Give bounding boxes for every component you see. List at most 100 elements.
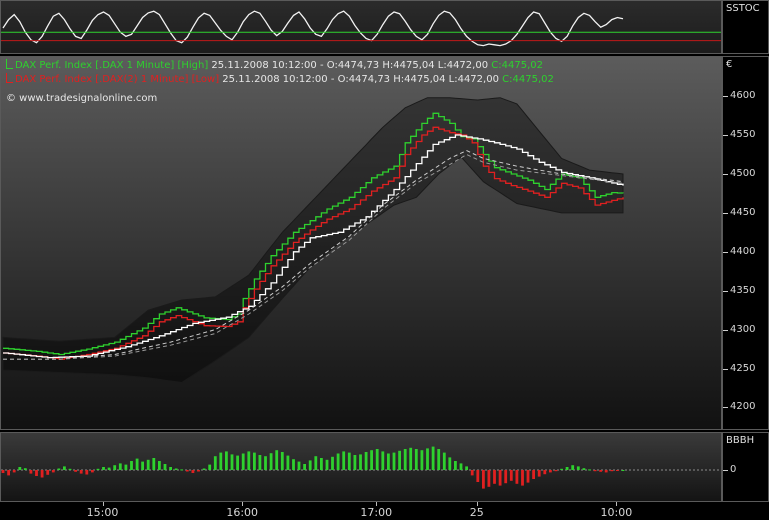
- bbbh-bar: [269, 453, 273, 470]
- bbbh-bar: [280, 452, 284, 470]
- bbbh-bar: [571, 465, 575, 470]
- legend-series-low[interactable]: DAX Perf. Index [.DAX(2) 1 Minute] [Low]…: [6, 73, 554, 86]
- bbbh-bar: [549, 470, 552, 473]
- bbbh-bar: [454, 461, 457, 470]
- bbbh-bar: [118, 463, 122, 470]
- bbbh-bar: [185, 470, 189, 472]
- price-y-tick: [723, 135, 728, 137]
- bbbh-bar: [124, 464, 128, 470]
- price-y-tick-label: 4600: [730, 90, 756, 102]
- bbbh-bar: [420, 450, 424, 470]
- bbbh-bar: [532, 470, 535, 479]
- price-y-tick-label: 4300: [730, 323, 756, 335]
- bbbh-bar: [74, 470, 77, 472]
- bbbh-bar: [18, 467, 22, 470]
- price-y-tick-label: 4500: [730, 167, 756, 179]
- bbbh-bar: [174, 468, 178, 470]
- price-y-tick: [723, 173, 728, 175]
- stochastic-chart: [1, 10, 721, 47]
- bbbh-bar: [504, 470, 508, 484]
- bbbh-bar: [599, 470, 603, 472]
- bbbh-bar: [68, 468, 72, 470]
- bbbh-bar: [576, 466, 580, 470]
- bbbh-bar: [465, 466, 468, 470]
- bbbh-bar: [565, 467, 569, 470]
- time-x-tick-label: 16:00: [226, 506, 259, 519]
- bbbh-bar: [91, 470, 94, 473]
- price-y-tick: [723, 407, 728, 409]
- bbbh-bar: [498, 470, 502, 486]
- bbbh-bar: [482, 470, 485, 489]
- legend-high-date: 25.11.2008 10:12:00: [211, 60, 317, 71]
- bbbh-bar: [264, 456, 267, 470]
- bbbh-bar: [163, 464, 167, 470]
- bbbh-bar: [247, 451, 251, 470]
- bbbh-histogram: [1, 446, 721, 489]
- bbbh-bar: [560, 468, 563, 470]
- bbbh-bar: [236, 455, 239, 470]
- bbbh-bar: [325, 459, 329, 470]
- bollinger-band-fill: [2, 97, 624, 384]
- bbbh-bar: [476, 470, 480, 482]
- legend-high-name: DAX Perf. Index [.DAX 1 Minute] [High]: [15, 60, 209, 71]
- bbbh-bar: [202, 468, 206, 470]
- bbbh-bar: [604, 470, 608, 473]
- bbbh-bar: [253, 452, 256, 470]
- bbbh-bar: [387, 453, 390, 470]
- bbbh-zero-tick: [723, 470, 728, 471]
- bbbh-bar: [57, 468, 61, 470]
- bbbh-bar: [63, 466, 66, 470]
- chart-window: SSTOC DAX Perf. Index [.DAX 1 Minute] [H…: [0, 0, 769, 520]
- bbbh-bar: [1, 470, 5, 473]
- stochastic-panel: [0, 0, 722, 54]
- bbbh-bar: [258, 455, 262, 470]
- price-y-tick-label: 4200: [730, 401, 756, 413]
- bbbh-bar: [29, 470, 33, 474]
- bbbh-bar: [487, 470, 491, 487]
- stochastic-axis-panel: SSTOC: [722, 0, 769, 54]
- bbbh-bar: [375, 449, 379, 470]
- bbbh-bar: [102, 467, 105, 470]
- bbbh-bar: [169, 467, 172, 470]
- bbbh-bar: [359, 454, 362, 470]
- legend-series-high[interactable]: DAX Perf. Index [.DAX 1 Minute] [High] 2…: [6, 59, 543, 72]
- time-x-tick-label: 17:00: [360, 506, 393, 519]
- bbbh-bar: [135, 458, 139, 470]
- stochastic-indicator-label: SSTOC: [726, 3, 760, 14]
- bbbh-bar: [621, 470, 625, 471]
- legend-high-close: C:4475,02: [491, 60, 543, 71]
- line-series-icon: [6, 73, 13, 83]
- bbbh-indicator-label: BBBH: [726, 435, 755, 446]
- bbbh-bar: [96, 468, 100, 470]
- bbbh-bar: [515, 470, 519, 484]
- legend-low-date: 25.11.2008 10:12:00: [222, 74, 328, 85]
- bbbh-bar: [543, 470, 547, 475]
- bbbh-bar: [426, 448, 429, 470]
- time-x-tick-label: 25: [469, 506, 484, 519]
- bbbh-panel: [0, 432, 722, 502]
- currency-label: €: [726, 59, 733, 70]
- bbbh-bar: [275, 450, 279, 470]
- bbbh-bar: [79, 470, 83, 474]
- bbbh-bar: [219, 452, 223, 470]
- bbbh-bar: [180, 469, 184, 471]
- bbbh-bar: [442, 452, 446, 470]
- price-y-tick-label: 4550: [730, 129, 756, 141]
- bbbh-bar: [46, 470, 50, 475]
- bbbh-bar: [448, 457, 452, 470]
- legend-low-name: DAX Perf. Index [.DAX(2) 1 Minute] [Low]: [15, 74, 220, 85]
- bbbh-bar: [85, 470, 89, 475]
- time-x-tick-label: 15:00: [86, 506, 119, 519]
- bbbh-bar: [12, 470, 16, 473]
- bbbh-bar: [470, 470, 474, 476]
- price-y-tick: [723, 251, 728, 253]
- bbbh-bar: [197, 470, 200, 472]
- bbbh-bar: [370, 450, 373, 470]
- bbbh-bar: [353, 455, 357, 470]
- bbbh-bar: [303, 464, 306, 470]
- bbbh-bar: [342, 451, 346, 470]
- bbbh-bar: [409, 447, 413, 470]
- bbbh-bar: [521, 470, 524, 486]
- bbbh-bar: [40, 470, 44, 478]
- bbbh-bar: [336, 453, 340, 470]
